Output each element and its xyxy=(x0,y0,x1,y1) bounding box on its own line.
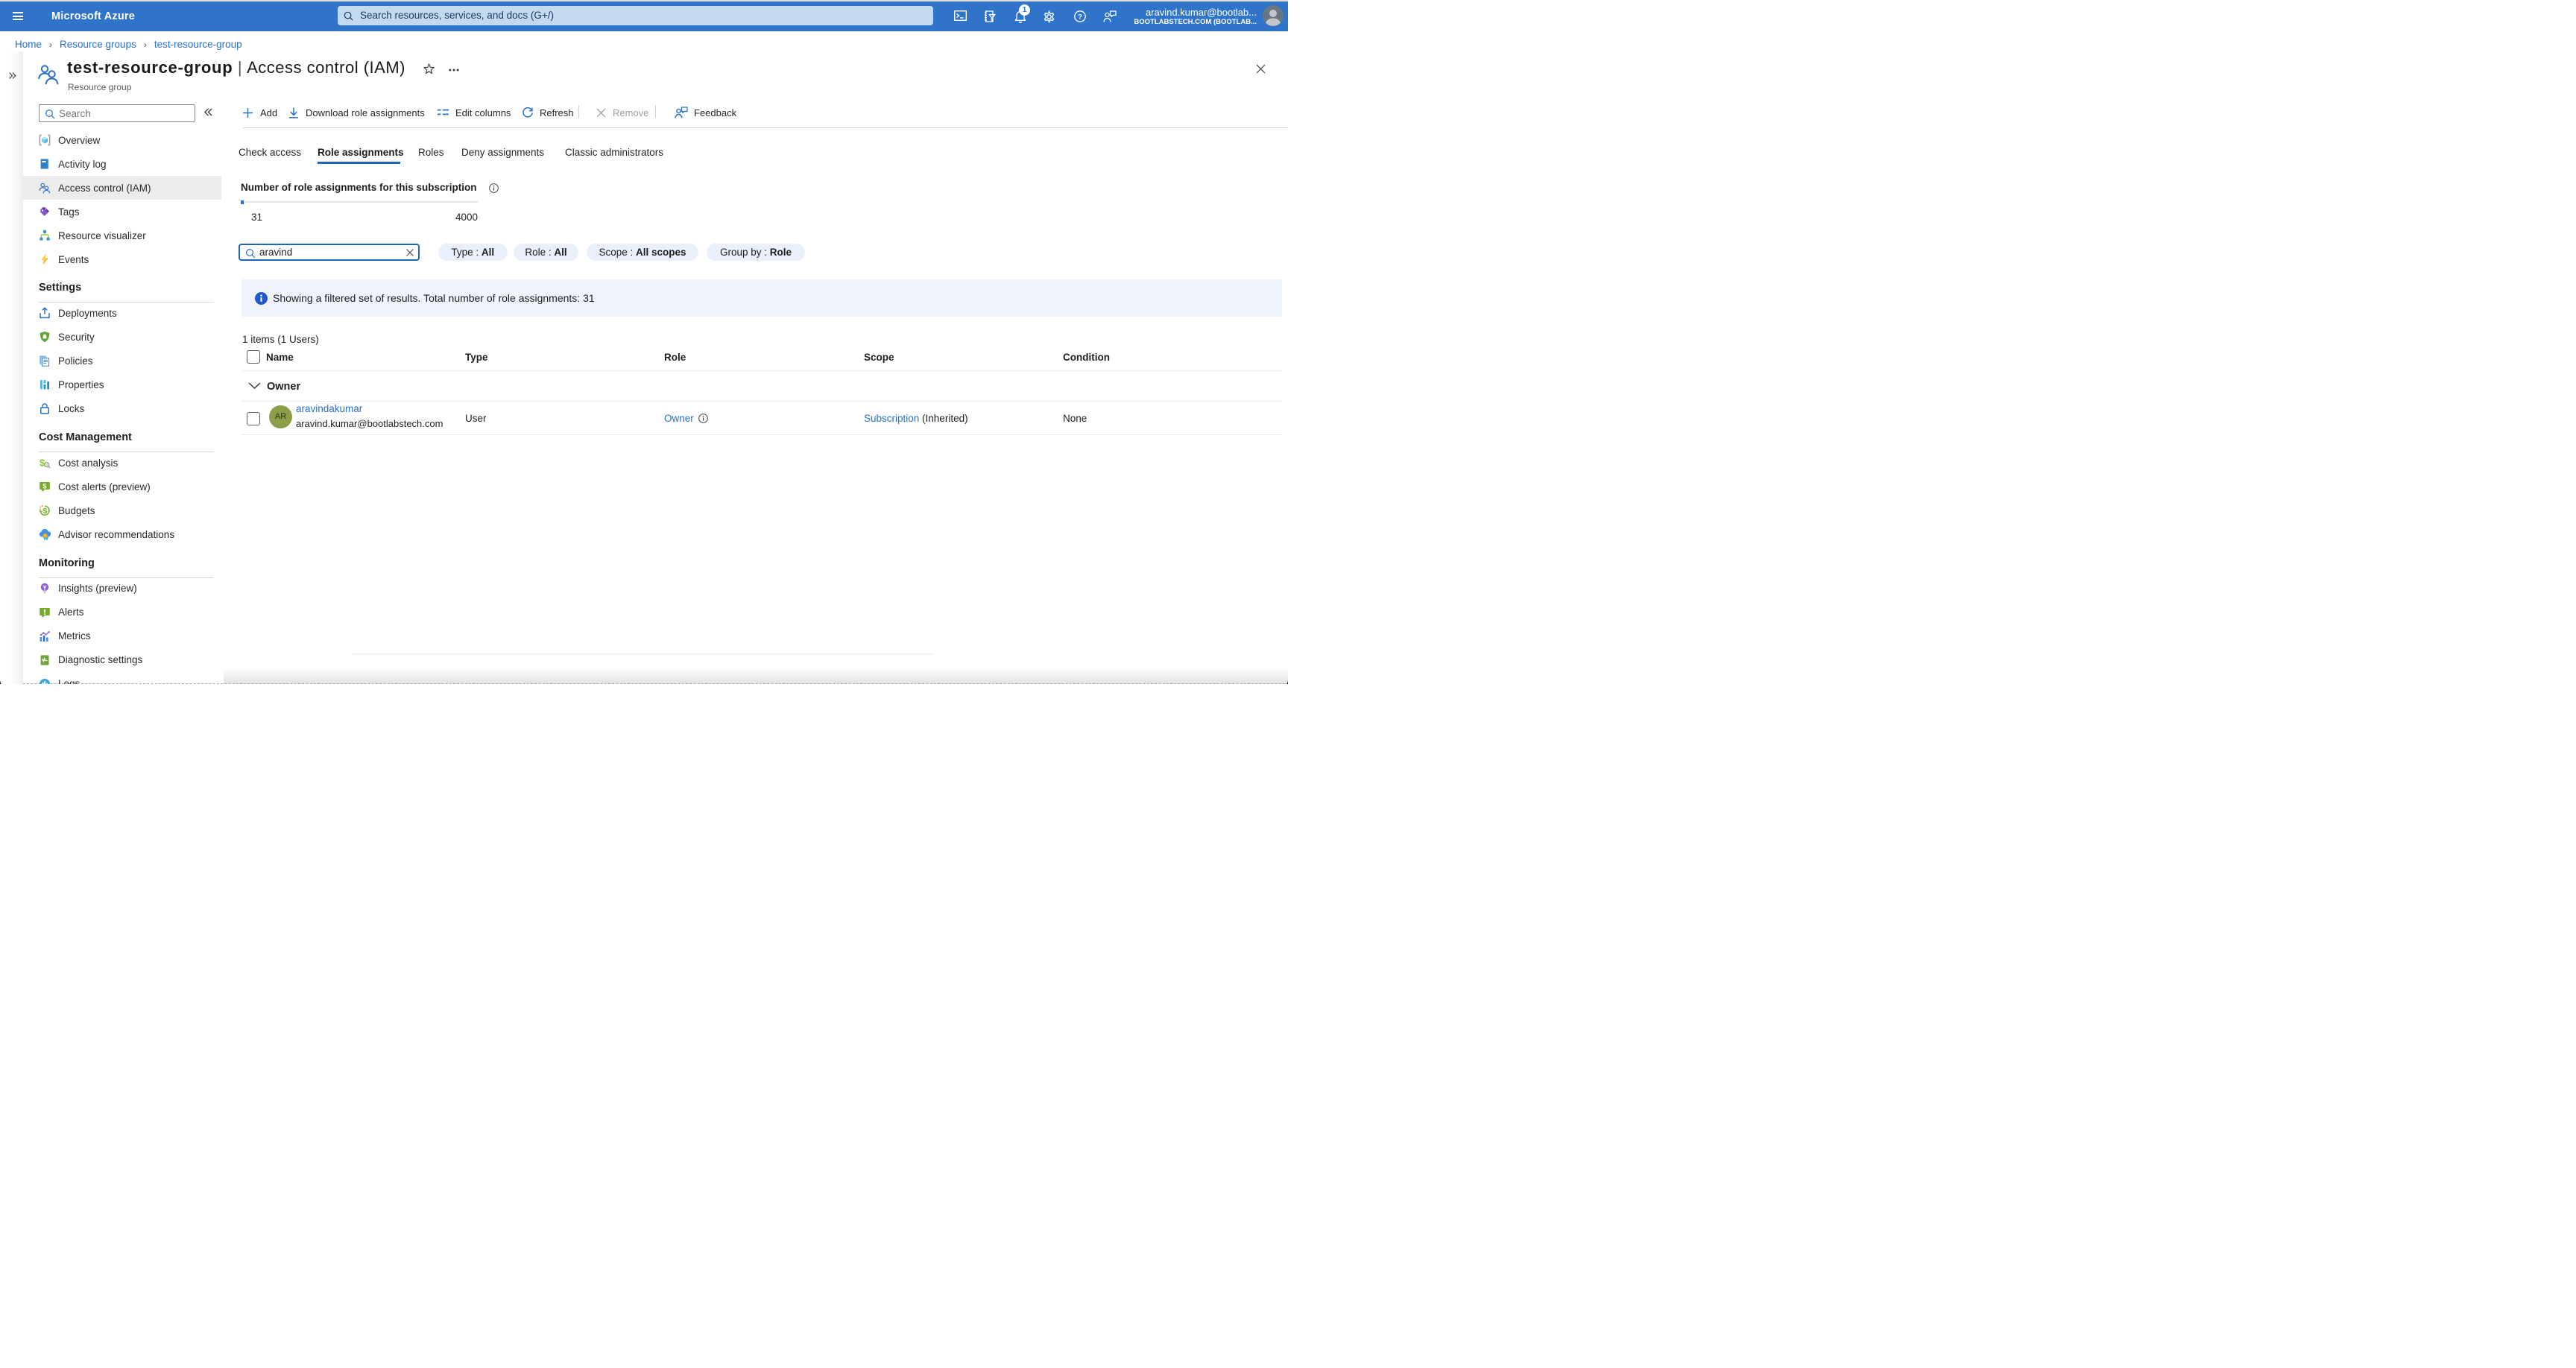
svg-text:$: $ xyxy=(42,507,47,516)
svg-text:$: $ xyxy=(42,483,47,491)
svg-text:$: $ xyxy=(40,457,45,469)
svg-text:?: ? xyxy=(1078,13,1082,21)
